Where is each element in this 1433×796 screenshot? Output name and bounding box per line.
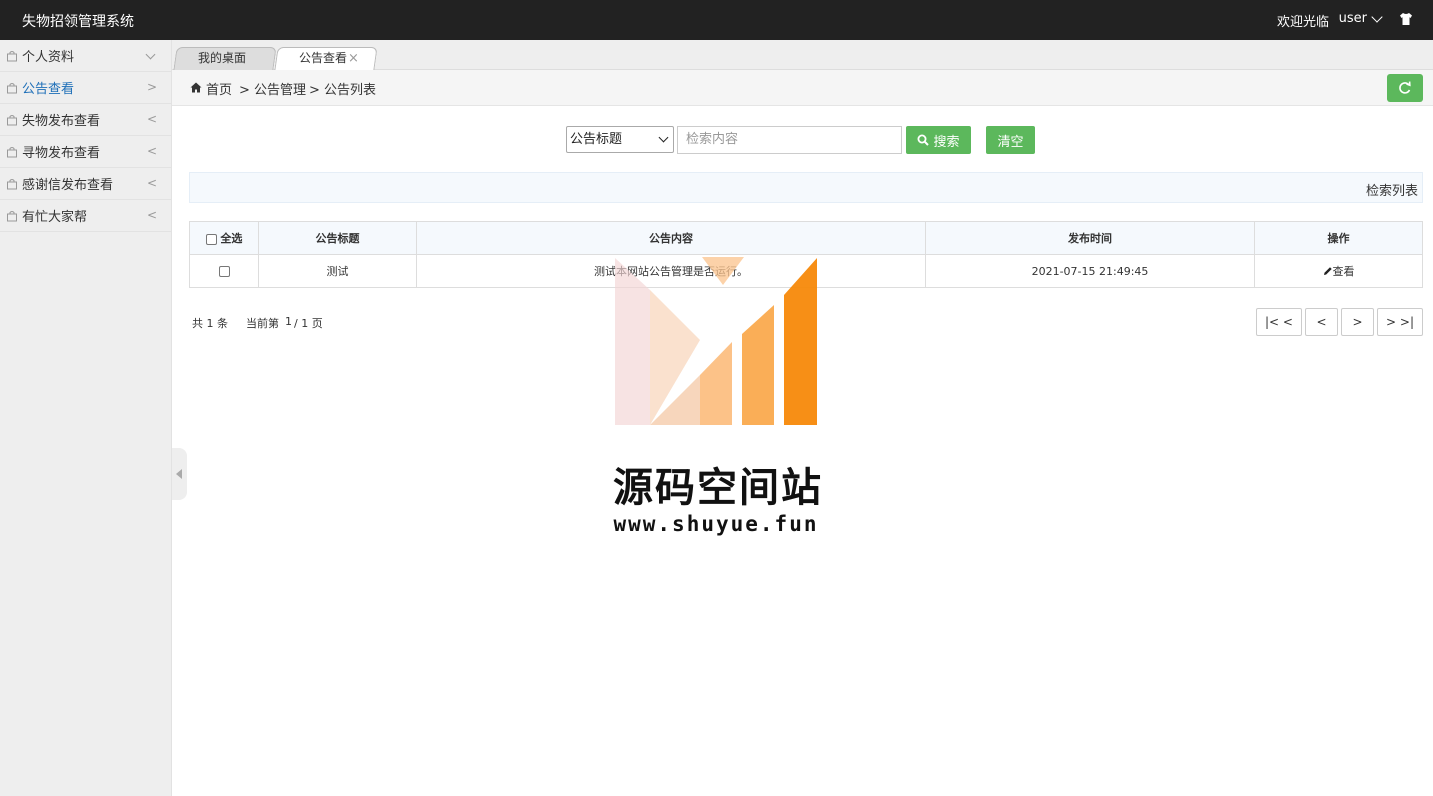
sidebar-item-thanks[interactable]: 感谢信发布查看 < (0, 168, 171, 200)
chevron-down-icon (658, 132, 669, 143)
sidebar-item-lost[interactable]: 失物发布查看 < (0, 104, 171, 136)
sidebar-item-help[interactable]: 有忙大家帮 < (0, 200, 171, 232)
column-header: 公告标题 (258, 221, 417, 255)
sidebar-item-notice[interactable]: 公告查看 > (0, 72, 171, 104)
search-field-select[interactable]: 公告标题 (566, 126, 674, 153)
row-select-cell (189, 254, 259, 288)
search-field-value: 公告标题 (570, 132, 623, 147)
username: user (1338, 11, 1367, 26)
sidebar-item-label: 失物发布查看 (22, 114, 101, 129)
column-header: 操作 (1254, 221, 1423, 255)
close-icon[interactable]: × (348, 51, 359, 66)
tab-label: 我的桌面 (198, 51, 247, 65)
shirt-icon[interactable] (1399, 12, 1413, 26)
view-button-label: 查看 (1332, 265, 1355, 278)
sidebar-item-label: 公告查看 (22, 82, 75, 97)
first-page-button[interactable]: |< < (1256, 308, 1302, 336)
breadcrumb-level2: > 公告列表 (309, 83, 377, 98)
chevron-right-icon: > (146, 80, 157, 94)
search-button[interactable]: 搜索 (906, 126, 971, 154)
last-page-button[interactable]: > >| (1377, 308, 1423, 336)
breadcrumb-level1[interactable]: > 公告管理 (239, 79, 306, 98)
refresh-button[interactable] (1387, 74, 1423, 102)
user-menu[interactable]: user (1338, 10, 1383, 26)
chevron-left-icon: < (146, 112, 157, 126)
cell-title: 测试 (258, 254, 417, 288)
tab-bar: 我的桌面 公告查看 × (172, 40, 1433, 70)
sidebar-item-label: 寻物发布查看 (22, 146, 101, 161)
clear-button[interactable]: 清空 (986, 126, 1035, 154)
select-all-header[interactable]: 全选 (189, 221, 259, 255)
home-icon (190, 82, 202, 93)
watermark-url: www.shuyue.fun (613, 512, 819, 536)
tab-label: 公告查看 (299, 51, 348, 65)
top-header: 失物招领管理系统 欢迎光临 user (0, 0, 1433, 40)
bag-icon (7, 50, 17, 61)
tab-notice[interactable]: 公告查看 (274, 47, 378, 70)
search-button-label: 搜索 (933, 134, 960, 150)
bag-icon (7, 178, 17, 189)
sidebar-item-label: 感谢信发布查看 (22, 178, 114, 193)
cell-action: 查看 (1254, 254, 1423, 288)
view-button[interactable]: 查看 (1323, 265, 1355, 278)
breadcrumb-home[interactable]: 首页 (206, 79, 232, 98)
column-header: 发布时间 (925, 221, 1255, 255)
row-checkbox[interactable] (218, 266, 230, 277)
chevron-left-icon: < (146, 176, 157, 190)
sidebar-collapse-handle[interactable] (172, 448, 187, 500)
list-header: 检索列表 (189, 172, 1423, 203)
chevron-left-icon: < (146, 208, 157, 222)
select-all-checkbox[interactable] (205, 233, 217, 245)
bag-icon (7, 82, 17, 93)
cell-time: 2021-07-15 21:49:45 (925, 254, 1255, 288)
welcome-text: 欢迎光临 (1276, 15, 1329, 30)
chevron-down-icon (145, 49, 156, 60)
next-page-button[interactable]: > (1341, 308, 1374, 336)
sidebar-item-label: 个人资料 (22, 50, 75, 65)
bag-icon (7, 210, 17, 221)
refresh-icon (1399, 81, 1411, 94)
select-all-label: 全选 (220, 232, 243, 245)
sidebar-item-found[interactable]: 寻物发布查看 < (0, 136, 171, 168)
pager-total: 共 1 条 (192, 317, 228, 330)
app-title: 失物招领管理系统 (22, 14, 134, 30)
bag-icon (7, 146, 17, 157)
pager-current-suffix: / 1 页 (294, 317, 323, 330)
chevron-down-icon (1371, 10, 1383, 23)
tab-desktop[interactable]: 我的桌面 (173, 47, 277, 70)
sidebar-item-profile[interactable]: 个人资料 (0, 40, 171, 72)
sidebar: 个人资料 公告查看 > 失物发布查看 < 寻物发布查看 < 感谢信发布查看 < … (0, 40, 172, 796)
watermark-title: 源码空间站 (613, 465, 823, 511)
prev-page-button[interactable]: < (1305, 308, 1338, 336)
pencil-icon (1323, 267, 1332, 275)
chevron-left-icon: < (146, 144, 157, 158)
pager-current: 1 (285, 315, 292, 328)
sidebar-item-label: 有忙大家帮 (22, 210, 88, 225)
search-input[interactable]: 检索内容 (677, 126, 902, 154)
search-icon (917, 134, 930, 146)
pager-current-prefix: 当前第 (246, 317, 279, 330)
bag-icon (7, 114, 17, 125)
breadcrumb: 首页 > 公告管理 > 公告列表 (172, 70, 1433, 106)
list-title: 检索列表 (1365, 184, 1418, 199)
